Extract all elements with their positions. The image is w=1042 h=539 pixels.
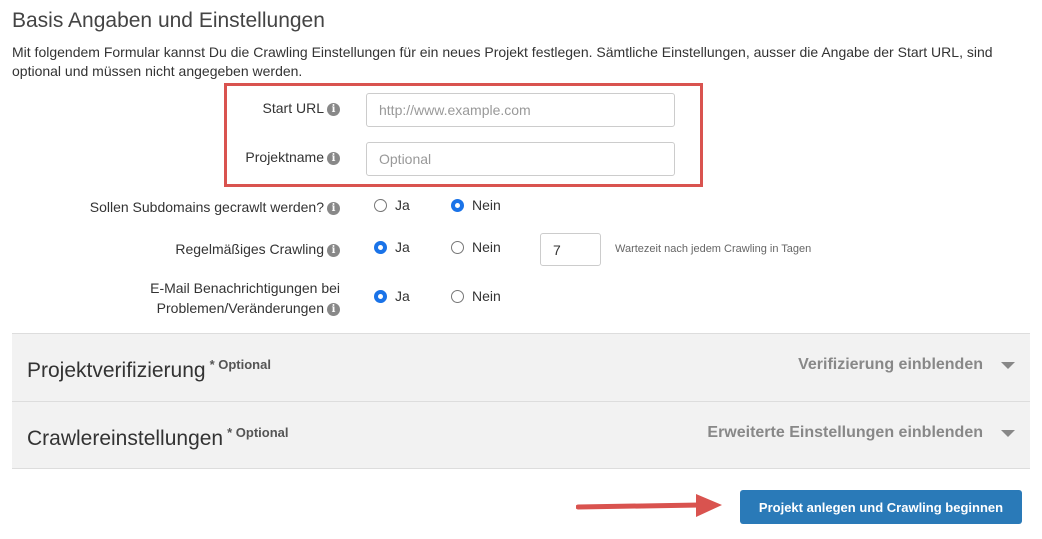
- radio-button[interactable]: [451, 240, 464, 254]
- crawler-settings-panel: Crawlereinstellungen * Optional Erweitert…: [12, 401, 1030, 469]
- subdomains-label: Sollen Subdomains gecrawlt werden? i: [40, 197, 340, 217]
- info-icon[interactable]: i: [327, 103, 340, 116]
- email-notifications-label: E-Mail Benachrichtigungen bei Problemen/…: [150, 280, 340, 316]
- page-title: Basis Angaben und Einstellungen: [12, 9, 325, 32]
- crawl-interval-days-input[interactable]: [540, 233, 601, 266]
- info-icon[interactable]: i: [327, 244, 340, 257]
- email-nein-radio[interactable]: Nein: [451, 288, 501, 304]
- radio-button[interactable]: [374, 289, 387, 303]
- crawler-settings-toggle[interactable]: Erweiterte Einstellungen einblenden: [707, 424, 1015, 442]
- radio-button[interactable]: [374, 240, 387, 254]
- crawl-interval-hint: Wartezeit nach jedem Crawling in Tagen: [615, 243, 812, 255]
- caret-down-icon: [1001, 361, 1015, 369]
- crawler-panel-title: Crawlereinstellungen * Optional: [27, 425, 289, 450]
- subdomains-ja-radio[interactable]: Ja: [374, 197, 410, 213]
- verification-toggle[interactable]: Verifizierung einblenden: [798, 356, 1015, 374]
- verification-panel: Projektverifizierung * Optional Verifizie…: [12, 333, 1030, 401]
- regular-nein-radio[interactable]: Nein: [451, 239, 501, 255]
- radio-button[interactable]: [451, 289, 464, 303]
- verification-panel-title: Projektverifizierung * Optional: [27, 357, 271, 382]
- caret-down-icon: [1001, 429, 1015, 437]
- info-icon[interactable]: i: [327, 202, 340, 215]
- create-project-button[interactable]: Projekt anlegen und Crawling beginnen: [740, 490, 1022, 524]
- email-ja-radio[interactable]: Ja: [374, 288, 410, 304]
- info-icon[interactable]: i: [327, 303, 340, 316]
- arrow-right-icon: [576, 494, 722, 517]
- start-url-input[interactable]: [366, 93, 675, 127]
- project-name-label: Projektname i: [225, 147, 340, 167]
- radio-button[interactable]: [451, 198, 464, 212]
- subdomains-nein-radio[interactable]: Nein: [451, 197, 501, 213]
- regular-crawling-label: Regelmäßiges Crawling i: [40, 239, 340, 259]
- project-name-input[interactable]: [366, 142, 675, 176]
- start-url-label: Start URL i: [225, 98, 340, 118]
- intro-text: Mit folgendem Formular kannst Du die Cra…: [12, 44, 993, 79]
- info-icon[interactable]: i: [327, 152, 340, 165]
- regular-ja-radio[interactable]: Ja: [374, 239, 410, 255]
- radio-button[interactable]: [374, 198, 387, 212]
